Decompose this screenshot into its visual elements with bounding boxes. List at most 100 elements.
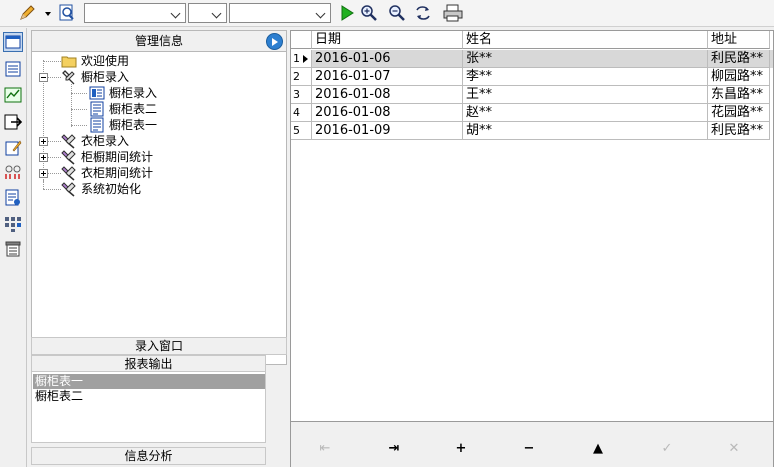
column-header-date[interactable]: 日期 [312,31,463,49]
current-row-indicator-icon [303,55,308,63]
chevron-down-icon[interactable] [210,6,224,20]
management-panel-header: 管理信息 [31,30,287,52]
cell-name[interactable]: 李** [463,68,708,86]
cell-date[interactable]: 2016-01-06 [312,50,463,68]
pencil-icon[interactable] [18,4,36,22]
tree-connector [48,141,61,142]
tree-node-label: 欢迎使用 [81,54,130,68]
tree-node-label: 系统初始化 [81,182,142,196]
form-icon[interactable] [3,59,23,79]
tree-node-label: 柜橱期间统计 [81,150,154,164]
section-label: 录入窗口 [134,339,183,353]
archive-icon[interactable] [3,239,23,259]
tree-connector [43,189,61,190]
grid-icon[interactable] [3,214,23,234]
dropdown-arrow-icon[interactable] [42,4,54,22]
chevron-down-icon[interactable] [169,6,183,20]
tree-connector [71,84,72,127]
tools-icon [61,181,77,197]
row-number: 1 [291,50,312,68]
row-number: 5 [291,122,312,140]
tree-expand-toggle[interactable] [39,137,48,146]
folder-icon [61,53,77,69]
nav-last-button[interactable]: ⇥ [384,441,404,457]
nav-cancel-button[interactable]: ✕ [724,441,744,457]
edit-document-icon[interactable] [3,138,23,158]
document-icon [89,117,105,133]
nav-insert-button[interactable]: + [451,441,471,457]
record-navigator: ⇤ ⇥ + − ▲ ✓ ✕ [290,422,774,467]
tools-icon [61,165,77,181]
report-item-cabinet-table-1[interactable]: 橱柜表一 [33,374,265,389]
tree-expand-toggle[interactable] [39,169,48,178]
column-header-name[interactable]: 姓名 [463,31,708,49]
cell-name[interactable]: 张** [463,50,708,68]
section-info-analysis[interactable]: 信息分析 [31,447,266,465]
toolbar [0,0,774,27]
nav-edit-button[interactable]: ▲ [588,441,608,457]
section-label: 报表输出 [124,357,173,371]
cell-date[interactable]: 2016-01-09 [312,122,463,140]
tree-expand-toggle[interactable] [39,153,48,162]
tree-collapse-toggle[interactable] [39,73,48,82]
table-row[interactable]: 3 2016-01-08 王** 东昌路** [291,86,773,104]
toolbar-combo-1[interactable] [84,3,186,23]
row-number: 2 [291,68,312,86]
table-row[interactable]: 2 2016-01-07 李** 柳园路** [291,68,773,86]
refresh-icon[interactable] [414,4,432,22]
cell-address[interactable]: 东昌路** [708,86,770,104]
users-icon[interactable] [3,163,23,183]
find-icon[interactable] [58,4,76,22]
cell-date[interactable]: 2016-01-07 [312,68,463,86]
tree-connector [48,157,61,158]
tree-connector [43,180,44,189]
zoom-in-icon[interactable] [360,4,378,22]
tree-node-label: 橱柜录入 [81,70,130,84]
tree-connector [71,109,87,110]
cell-address[interactable]: 利民路** [708,122,770,140]
toolbar-combo-2[interactable] [188,3,227,23]
cell-address[interactable]: 花园路** [708,104,770,122]
section-label: 信息分析 [124,449,173,463]
nav-post-button[interactable]: ✓ [657,441,677,457]
printer-icon[interactable] [443,4,463,22]
tree-node-label: 橱柜录入 [109,86,158,100]
report-item-cabinet-table-2[interactable]: 橱柜表二 [33,389,265,404]
cell-name[interactable]: 胡** [463,122,708,140]
tools-icon [61,133,77,149]
form-icon [89,85,105,101]
row-number: 3 [291,86,312,104]
cell-date[interactable]: 2016-01-08 [312,104,463,122]
export-icon[interactable] [3,112,23,132]
table-row[interactable]: 4 2016-01-08 赵** 花园路** [291,104,773,122]
tree-connector [48,77,61,78]
chart-icon[interactable] [3,85,23,105]
zoom-out-icon[interactable] [388,4,406,22]
column-header-address[interactable]: 地址 [708,31,770,49]
nav-first-button[interactable]: ⇤ [315,441,335,457]
toolbar-combo-3[interactable] [229,3,331,23]
collapse-panel-icon[interactable] [266,33,283,50]
cell-date[interactable]: 2016-01-08 [312,86,463,104]
report-icon[interactable] [3,188,23,208]
cell-address[interactable]: 柳园路** [708,68,770,86]
tree-connector [48,173,61,174]
cell-name[interactable]: 赵** [463,104,708,122]
cell-address[interactable]: 利民路** [708,50,770,68]
table-row[interactable]: 5 2016-01-09 胡** 利民路** [291,122,773,140]
table-row[interactable]: 1 2016-01-06 张** 利民路** [291,50,773,68]
window-icon[interactable] [3,32,23,52]
run-icon[interactable] [338,4,356,22]
nav-delete-button[interactable]: − [519,441,539,457]
report-list: 橱柜表一 橱柜表二 [31,371,266,443]
tree-connector [71,93,87,94]
section-entry-window[interactable]: 录入窗口 [31,337,287,355]
tree-node-label: 橱柜表一 [109,118,158,132]
document-icon [89,101,105,117]
tree-node-label: 衣柜期间统计 [81,166,154,180]
cell-name[interactable]: 王** [463,86,708,104]
data-grid: 日期 姓名 地址 1 2016-01-06 张** 利民路** 2 2016-0… [290,30,774,422]
row-number: 4 [291,104,312,122]
chevron-down-icon[interactable] [314,6,328,20]
tree-connector [43,61,61,62]
